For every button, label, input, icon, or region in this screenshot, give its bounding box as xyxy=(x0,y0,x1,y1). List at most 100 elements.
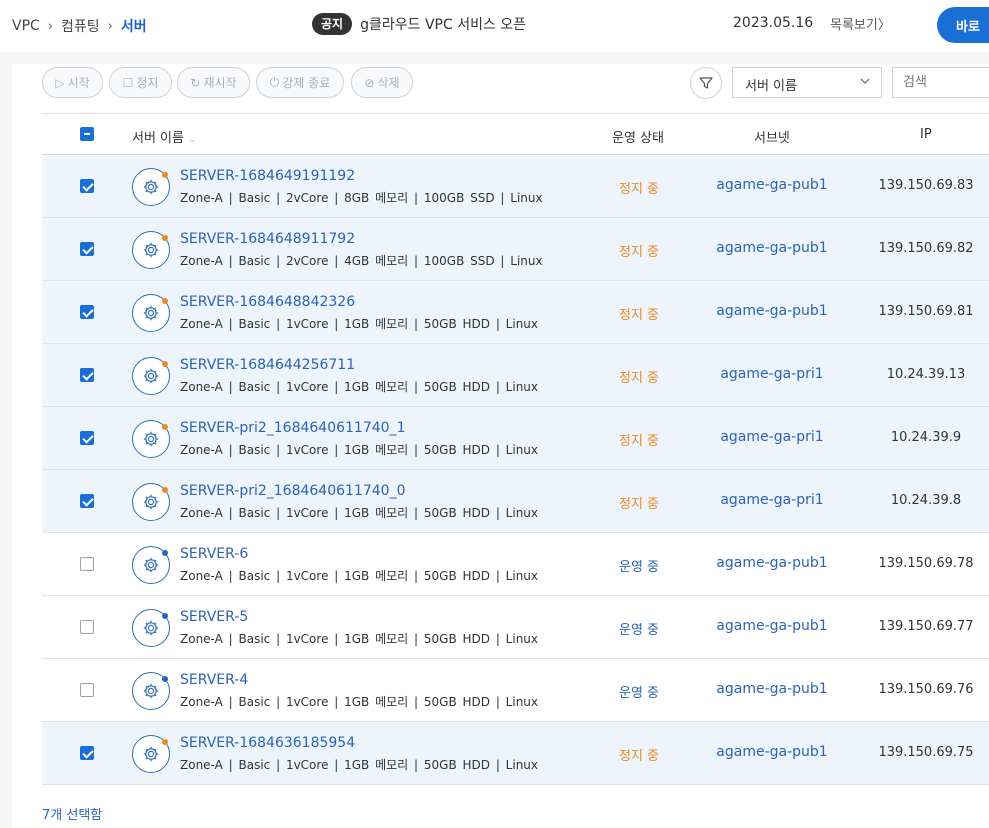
table-row[interactable]: SERVER-6 Zone-A | Basic | 1vCore | 1GB 메모… xyxy=(42,533,989,596)
subnet-link[interactable]: agame-ga-pub1 xyxy=(716,303,827,319)
status-dot xyxy=(162,172,168,178)
breadcrumb: VPC › 컴퓨팅 › 서버 xyxy=(12,16,147,36)
status-text: 정지 중 xyxy=(618,245,660,260)
server-name-link[interactable]: SERVER-pri2_1684640611740_0 xyxy=(180,483,405,499)
row-checkbox[interactable] xyxy=(80,557,94,571)
subnet-link[interactable]: agame-ga-pub1 xyxy=(716,240,827,256)
server-name-link[interactable]: SERVER-1684648911792 xyxy=(180,231,355,247)
server-name-link[interactable]: SERVER-5 xyxy=(180,609,248,625)
table-row[interactable]: SERVER-1684649191192 Zone-A | Basic | 2vC… xyxy=(42,155,989,218)
subnet-link[interactable]: agame-ga-pri1 xyxy=(720,492,823,508)
subnet-link[interactable]: agame-ga-pri1 xyxy=(720,366,823,382)
table-row[interactable]: SERVER-4 Zone-A | Basic | 1vCore | 1GB 메모… xyxy=(42,659,989,722)
server-gear-icon xyxy=(143,746,159,762)
server-gear-icon xyxy=(143,368,159,384)
server-spec: Zone-A | Basic | 2vCore | 8GB 메모리 | 100G… xyxy=(180,191,543,205)
force-stop-button[interactable]: ⏻ 강제 종료 xyxy=(256,67,344,98)
table-row[interactable]: SERVER-1684648911792 Zone-A | Basic | 2vC… xyxy=(42,218,989,281)
table-row[interactable]: SERVER-1684636185954 Zone-A | Basic | 1vC… xyxy=(42,722,989,785)
status-dot xyxy=(162,424,168,430)
top-bar: VPC › 컴퓨팅 › 서버 공지 g클라우드 VPC 서비스 오픈 2023.… xyxy=(0,0,989,52)
status-dot xyxy=(162,361,168,367)
ip-address: 10.24.39.8 xyxy=(890,493,962,508)
server-name-link[interactable]: SERVER-pri2_1684640611740_1 xyxy=(180,420,405,436)
search-field-select[interactable]: 서버 이름 xyxy=(732,67,882,98)
server-name-link[interactable]: SERVER-1684644256711 xyxy=(180,357,355,373)
server-name-link[interactable]: SERVER-1684648842326 xyxy=(180,294,355,310)
server-spec: Zone-A | Basic | 1vCore | 1GB 메모리 | 50GB… xyxy=(180,380,539,394)
action-toolbar: ▷ 시작 ☐ 정지 ↻ 재시작 ⏻ 강제 종료 ⊘ 삭제 서버 이름 xyxy=(12,64,989,104)
table-header: 서버 이름 ⌄ 운영 상태 서브넷 IP xyxy=(42,113,989,155)
row-checkbox[interactable] xyxy=(80,242,94,256)
stop-button[interactable]: ☐ 정지 xyxy=(109,67,172,98)
breadcrumb-computing[interactable]: 컴퓨팅 xyxy=(61,16,100,36)
server-icon xyxy=(132,168,170,206)
status-text: 정지 중 xyxy=(618,497,660,512)
row-checkbox[interactable] xyxy=(80,431,94,445)
table-row[interactable]: SERVER-1684648842326 Zone-A | Basic | 1vC… xyxy=(42,281,989,344)
server-name-link[interactable]: SERVER-1684636185954 xyxy=(180,735,355,751)
server-name-link[interactable]: SERVER-4 xyxy=(180,672,248,688)
column-header-name[interactable]: 서버 이름 ⌄ xyxy=(132,127,197,146)
subnet-link[interactable]: agame-ga-pub1 xyxy=(716,618,827,634)
server-spec: Zone-A | Basic | 1vCore | 1GB 메모리 | 50GB… xyxy=(180,506,539,520)
server-spec: Zone-A | Basic | 1vCore | 1GB 메모리 | 50GB… xyxy=(180,758,539,772)
status-dot xyxy=(162,298,168,304)
status-text: 운영 중 xyxy=(618,560,660,575)
ip-address: 139.150.69.76 xyxy=(878,682,974,697)
notice-date: 2023.05.16 xyxy=(733,15,814,31)
status-dot xyxy=(162,235,168,241)
table-row[interactable]: SERVER-1684644256711 Zone-A | Basic | 1vC… xyxy=(42,344,989,407)
chevron-right-icon: › xyxy=(107,18,113,34)
server-spec: Zone-A | Basic | 1vCore | 1GB 메모리 | 50GB… xyxy=(180,317,539,331)
row-checkbox[interactable] xyxy=(80,368,94,382)
server-icon xyxy=(132,483,170,521)
notice-text[interactable]: g클라우드 VPC 서비스 오픈 xyxy=(360,14,526,34)
server-icon xyxy=(132,357,170,395)
ip-address: 10.24.39.9 xyxy=(890,430,962,445)
ip-address: 139.150.69.81 xyxy=(878,304,974,319)
square-icon: ☐ xyxy=(122,75,134,90)
notice-bar[interactable]: 공지 g클라우드 VPC 서비스 오픈 xyxy=(312,13,526,35)
delete-button[interactable]: ⊘ 삭제 xyxy=(351,67,413,98)
row-checkbox[interactable] xyxy=(80,746,94,760)
status-text: 정지 중 xyxy=(618,308,660,323)
filter-button[interactable] xyxy=(690,67,722,99)
status-text: 운영 중 xyxy=(618,623,660,638)
subnet-link[interactable]: agame-ga-pub1 xyxy=(716,177,827,193)
subnet-link[interactable]: agame-ga-pub1 xyxy=(716,681,827,697)
ban-icon: ⊘ xyxy=(364,75,375,90)
subnet-link[interactable]: agame-ga-pri1 xyxy=(720,429,823,445)
row-checkbox[interactable] xyxy=(80,305,94,319)
breadcrumb-vpc[interactable]: VPC xyxy=(12,18,40,34)
status-dot xyxy=(162,550,168,556)
row-checkbox[interactable] xyxy=(80,494,94,508)
row-checkbox[interactable] xyxy=(80,179,94,193)
row-checkbox[interactable] xyxy=(80,620,94,634)
start-button[interactable]: ▷ 시작 xyxy=(42,67,103,98)
ip-address: 139.150.69.77 xyxy=(878,619,974,634)
ip-address: 139.150.69.78 xyxy=(878,556,974,571)
table-row[interactable]: SERVER-pri2_1684640611740_1 Zone-A | Basi… xyxy=(42,407,989,470)
server-name-link[interactable]: SERVER-6 xyxy=(180,546,248,562)
notice-list-link[interactable]: 목록보기〉 xyxy=(830,14,891,33)
server-name-link[interactable]: SERVER-1684649191192 xyxy=(180,168,355,184)
status-text: 정지 중 xyxy=(618,434,660,449)
row-checkbox[interactable] xyxy=(80,683,94,697)
restart-button[interactable]: ↻ 재시작 xyxy=(177,67,250,98)
server-list-panel: ▷ 시작 ☐ 정지 ↻ 재시작 ⏻ 강제 종료 ⊘ 삭제 서버 이름 검색 서버… xyxy=(12,64,989,828)
table-row[interactable]: SERVER-pri2_1684640611740_0 Zone-A | Basi… xyxy=(42,470,989,533)
select-all-checkbox[interactable] xyxy=(80,127,94,141)
table-row[interactable]: SERVER-5 Zone-A | Basic | 1vCore | 1GB 메모… xyxy=(42,596,989,659)
selection-count: 7개 선택함 xyxy=(42,808,103,823)
server-spec: Zone-A | Basic | 1vCore | 1GB 메모리 | 50GB… xyxy=(180,695,539,709)
search-input[interactable] xyxy=(892,67,989,98)
ip-address: 139.150.69.82 xyxy=(878,241,974,256)
status-dot xyxy=(162,487,168,493)
subnet-link[interactable]: agame-ga-pub1 xyxy=(716,744,827,760)
header-action-button[interactable]: 바로 xyxy=(937,7,989,43)
ip-address: 139.150.69.83 xyxy=(878,178,974,193)
subnet-link[interactable]: agame-ga-pub1 xyxy=(716,555,827,571)
chevron-right-icon: › xyxy=(47,18,53,34)
sort-chevron-icon: ⌄ xyxy=(188,134,197,145)
